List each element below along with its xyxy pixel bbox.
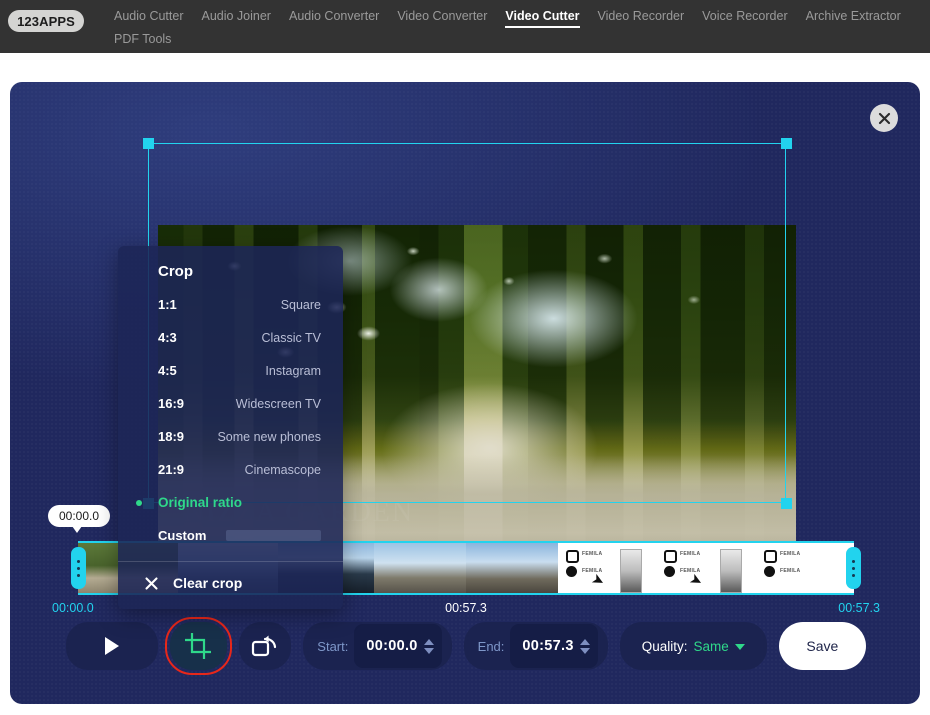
play-button[interactable] xyxy=(66,622,159,670)
timeline-duration-label: 00:57.3 xyxy=(445,601,487,615)
menu-divider xyxy=(118,561,343,562)
crop-option-name: Classic TV xyxy=(261,330,321,345)
timeline-thumb xyxy=(466,543,558,593)
crop-option-ratio: 4:5 xyxy=(158,363,177,378)
instagram-icon: FEMILA FEMILA ➤ xyxy=(558,543,656,593)
start-time-field: Start: 00:00.0 xyxy=(303,622,452,670)
crop-option-4-3[interactable]: 4:3 Classic TV xyxy=(118,321,343,354)
nav-item-audio-converter[interactable]: Audio Converter xyxy=(282,5,386,28)
selected-dot-icon xyxy=(136,499,142,506)
instagram-icon: FEMILA FEMILA xyxy=(756,543,854,593)
nav-item-audio-cutter[interactable]: Audio Cutter xyxy=(107,5,190,28)
nav-item-voice-recorder[interactable]: Voice Recorder xyxy=(695,5,794,28)
timeline-thumb xyxy=(374,543,466,593)
close-glyph xyxy=(878,112,890,124)
quality-label: Quality: xyxy=(641,638,688,654)
chevron-down-icon[interactable] xyxy=(423,647,434,654)
grip-dot xyxy=(852,559,855,563)
crop-option-4-5[interactable]: 4:5 Instagram xyxy=(118,354,343,387)
grip-dot xyxy=(852,573,855,577)
crop-option-name: Square xyxy=(280,297,321,312)
chevron-down-icon[interactable] xyxy=(579,647,590,654)
quality-value: Same xyxy=(693,638,729,654)
thumb-watermark: FEMILA xyxy=(582,551,603,557)
crop-option-18-9[interactable]: 18:9 Some new phones xyxy=(118,420,343,453)
grip-dot xyxy=(852,566,855,570)
timeline-tooltip: 00:00.0 xyxy=(48,505,111,533)
timeline-thumb: FEMILA FEMILA ➤ xyxy=(558,543,656,593)
end-time-field: End: 00:57.3 xyxy=(463,622,608,670)
phone-icon xyxy=(620,549,642,593)
play-icon xyxy=(105,637,120,655)
crop-option-name: Widescreen TV xyxy=(235,396,321,411)
crop-handle-top-right[interactable] xyxy=(781,138,792,149)
instagram-icon: FEMILA FEMILA ➤ xyxy=(656,543,756,593)
grip-dot xyxy=(77,573,80,577)
crop-option-ratio: Original ratio xyxy=(158,495,243,510)
crop-menu-title: Crop xyxy=(158,263,193,280)
thumb-watermark: FEMILA xyxy=(680,551,701,557)
nav-item-archive-extractor[interactable]: Archive Extractor xyxy=(799,5,908,28)
grip-dot xyxy=(77,559,80,563)
crop-option-custom[interactable]: Custom xyxy=(118,519,343,552)
grip-dot xyxy=(77,566,80,570)
logo-123apps[interactable]: 123APPS xyxy=(8,10,84,32)
timeline-start-label: 00:00.0 xyxy=(52,601,94,615)
crop-option-ratio: 1:1 xyxy=(158,297,177,312)
crop-option-21-9[interactable]: 21:9 Cinemascope xyxy=(118,453,343,486)
start-time-value: 00:00.0 xyxy=(366,638,418,654)
nav-item-video-cutter[interactable]: Video Cutter xyxy=(498,5,586,28)
crop-option-ratio: Custom xyxy=(158,528,207,543)
timeline-handle-start[interactable] xyxy=(71,547,86,589)
start-label: Start: xyxy=(317,638,349,654)
end-label: End: xyxy=(477,638,505,654)
crop-option-name: Cinemascope xyxy=(244,462,321,477)
crop-option-ratio: 4:3 xyxy=(158,330,177,345)
start-time-input[interactable]: 00:00.0 xyxy=(354,624,442,668)
crop-option-ratio: 21:9 xyxy=(158,462,185,477)
rotate-icon xyxy=(251,635,277,657)
crop-option-ratio: 18:9 xyxy=(158,429,185,444)
end-time-stepper[interactable] xyxy=(579,638,590,654)
end-time-input[interactable]: 00:57.3 xyxy=(510,624,598,668)
timeline-end-label: 00:57.3 xyxy=(838,601,880,615)
crop-handle-top-left[interactable] xyxy=(143,138,154,149)
quality-dropdown[interactable]: Quality: Same xyxy=(619,622,767,670)
phone-icon xyxy=(720,549,742,593)
clear-crop-button[interactable]: Clear crop xyxy=(118,566,343,605)
crop-option-name: Some new phones xyxy=(217,429,321,444)
save-button[interactable]: Save xyxy=(778,622,866,670)
rotate-button[interactable] xyxy=(238,622,292,670)
crop-button[interactable] xyxy=(165,617,232,675)
custom-value-placeholder xyxy=(226,530,321,541)
chevron-up-icon[interactable] xyxy=(579,638,590,645)
chevron-down-icon xyxy=(734,644,745,650)
site-header: 123APPS Audio Cutter Audio Joiner Audio … xyxy=(0,0,930,53)
crop-handle-bottom-right[interactable] xyxy=(781,498,792,509)
end-time-value: 00:57.3 xyxy=(522,638,574,654)
timeline-thumb: FEMILA FEMILA ➤ xyxy=(656,543,756,593)
crop-ratio-menu[interactable]: Crop 1:1 Square 4:3 Classic TV 4:5 Insta… xyxy=(118,246,343,609)
nav-item-pdf-tools[interactable]: PDF Tools xyxy=(107,28,178,51)
close-icon[interactable] xyxy=(870,104,898,132)
thumb-watermark: FEMILA xyxy=(780,568,801,574)
crop-option-original-ratio[interactable]: Original ratio xyxy=(118,486,343,519)
nav-item-audio-joiner[interactable]: Audio Joiner xyxy=(194,5,278,28)
nav-item-video-recorder[interactable]: Video Recorder xyxy=(591,5,692,28)
start-time-stepper[interactable] xyxy=(423,638,434,654)
timeline-handle-end[interactable] xyxy=(846,547,861,589)
timeline-thumb: FEMILA FEMILA xyxy=(756,543,854,593)
thumb-watermark: FEMILA xyxy=(780,551,801,557)
clear-crop-label: Clear crop xyxy=(173,575,243,591)
close-icon xyxy=(145,576,158,590)
crop-option-1-1[interactable]: 1:1 Square xyxy=(118,288,343,321)
crop-option-name: Instagram xyxy=(265,363,321,378)
crop-icon xyxy=(185,633,212,659)
nav-item-video-converter[interactable]: Video Converter xyxy=(390,5,494,28)
editor-toolbar: Start: 00:00.0 End: 00:57.3 Quality: Sam… xyxy=(66,617,866,675)
crop-option-ratio: 16:9 xyxy=(158,396,185,411)
crop-option-16-9[interactable]: 16:9 Widescreen TV xyxy=(118,387,343,420)
main-nav: Audio Cutter Audio Joiner Audio Converte… xyxy=(105,0,925,51)
chevron-up-icon[interactable] xyxy=(423,638,434,645)
